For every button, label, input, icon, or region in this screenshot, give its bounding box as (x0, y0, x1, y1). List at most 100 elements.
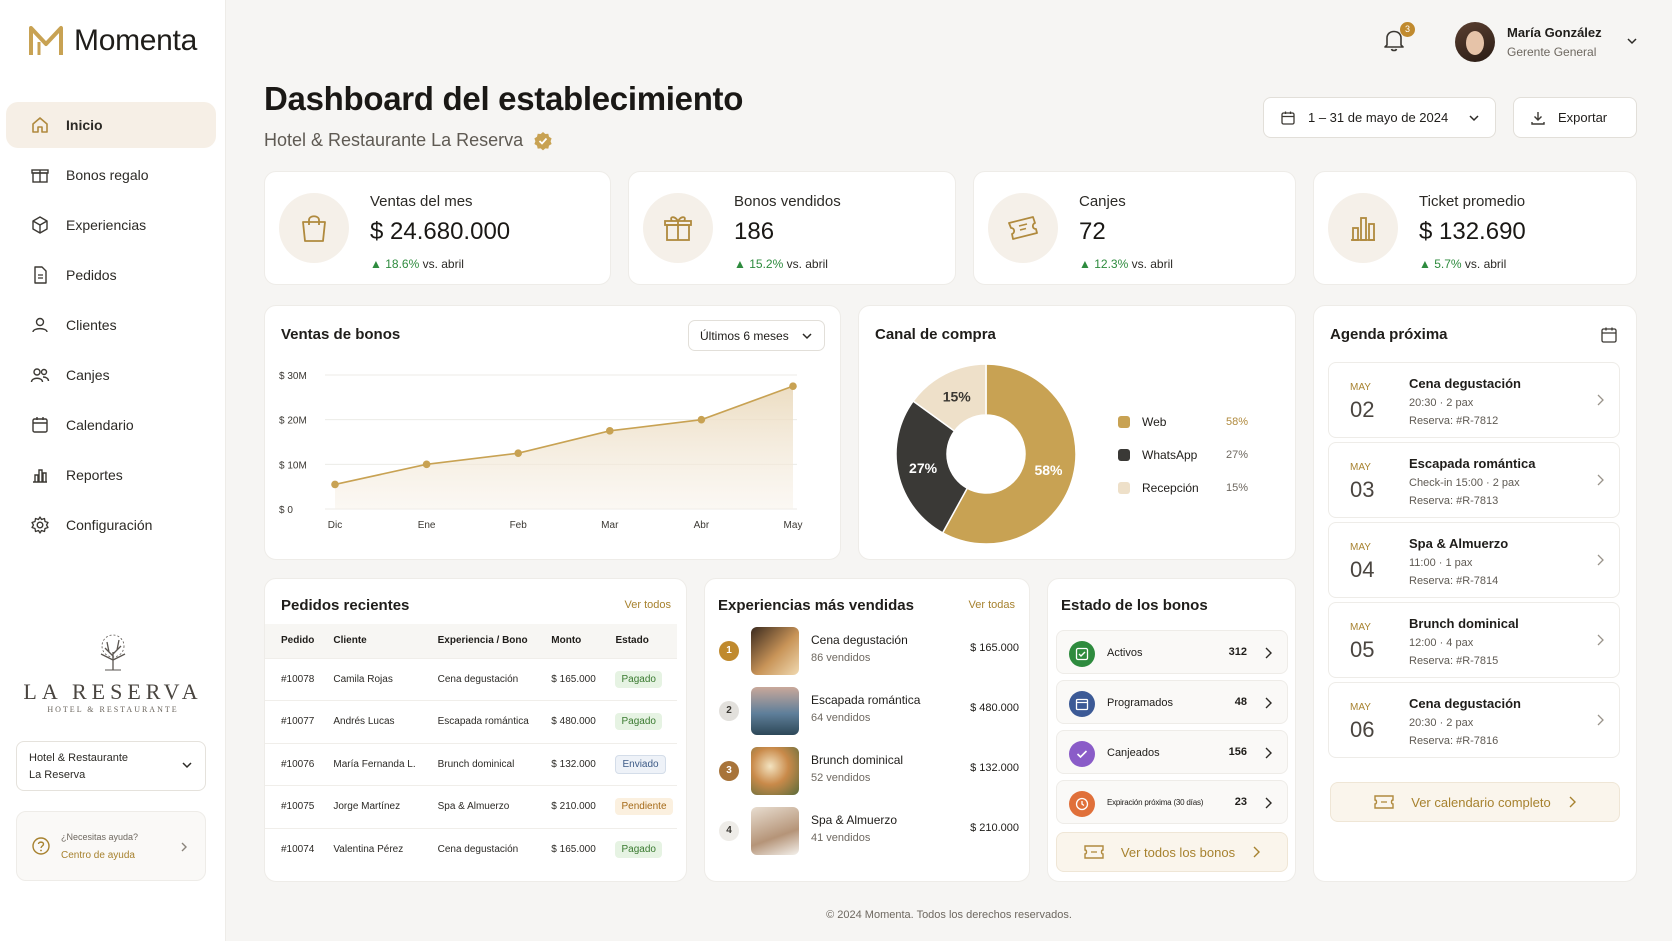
help-center-box[interactable]: ¿Necesitas ayuda? Centro de ayuda (16, 811, 206, 881)
export-button[interactable]: Exportar (1513, 97, 1637, 138)
x-tick-label: Dic (328, 520, 342, 531)
sidebar-item-clientes[interactable]: Clientes (6, 302, 216, 348)
agenda-card: Agenda próxima MAY 02 Cena degustación 20:… (1313, 305, 1637, 882)
sidebar-item-inicio[interactable]: Inicio (6, 102, 216, 148)
order-amount: $ 480.000 (535, 700, 600, 743)
order-amount: $ 210.000 (535, 785, 600, 828)
status-badge: Pendiente (615, 798, 673, 816)
agenda-detail: Check-in 15:00 · 2 pax (1409, 477, 1520, 489)
chevron-right-icon (1265, 647, 1272, 659)
sidebar-item-bonos-regalo[interactable]: Bonos regalo (6, 152, 216, 198)
status-count: 23 (1234, 796, 1247, 808)
calendar-icon[interactable] (1600, 326, 1618, 344)
status-row-canjeados[interactable]: Canjeados 156 (1056, 730, 1288, 774)
shopping-bag-icon (302, 215, 326, 242)
kpi-card-ventas: Ventas del mes $ 24.680.000 ▲ 18.6% vs. … (264, 171, 611, 285)
agenda-month: MAY (1350, 542, 1371, 553)
help-link[interactable]: Centro de ayuda (61, 850, 135, 861)
experience-name: Spa & Almuerzo (811, 813, 898, 827)
sidebar-item-experiencias[interactable]: Experiencias (6, 202, 216, 248)
kpi-delta: ▲ 18.6% vs. abril (370, 257, 464, 271)
sidebar-item-canjes[interactable]: Canjes (6, 352, 216, 398)
agenda-item[interactable]: MAY 02 Cena degustación 20:30 · 2 pax Reser… (1328, 362, 1620, 438)
sidebar-item-label: Experiencias (66, 217, 147, 233)
view-all-orders-link[interactable]: Ver todos (625, 599, 671, 611)
chevron-down-icon (182, 762, 192, 769)
legend-label: Recepción (1142, 481, 1199, 495)
y-tick-label: $ 0 (279, 505, 293, 516)
view-all-vouchers-button[interactable]: Ver todos los bonos (1056, 832, 1288, 872)
agenda-title: Cena degustación (1409, 696, 1521, 711)
table-row[interactable]: #10077 Andrés Lucas Escapada romántica $ 48… (265, 700, 677, 743)
status-icon-circle (1069, 791, 1095, 817)
status-label: Canjeados (1107, 747, 1160, 759)
brand-name: LA RESERVA (23, 679, 203, 704)
avatar[interactable] (1455, 22, 1495, 62)
table-row[interactable]: #10075 Jorge Martínez Spa & Almuerzo $ 210.… (265, 785, 677, 828)
user-icon (32, 317, 48, 333)
legend-swatch (1118, 482, 1130, 494)
kpi-label: Ticket promedio (1419, 193, 1526, 210)
data-point (514, 449, 522, 457)
status-row-activos[interactable]: Activos 312 (1056, 630, 1288, 674)
list-item[interactable]: 1 Cena degustación 86 vendidos $ 165.000 (719, 623, 1019, 679)
sidebar-item-label: Canjes (66, 367, 110, 383)
kpi-value: $ 132.690 (1419, 218, 1526, 245)
app-logo[interactable]: Momenta (28, 24, 197, 58)
status-row-programados[interactable]: Programados 48 (1056, 680, 1288, 724)
view-all-experiences-link[interactable]: Ver todas (969, 599, 1015, 611)
status-row-expiracion[interactable]: Expiración próxima (30 días) 23 (1056, 780, 1288, 824)
order-id: #10076 (265, 742, 318, 786)
view-all-vouchers-label: Ver todos los bonos (1120, 844, 1236, 860)
x-tick-label: Feb (510, 520, 528, 531)
status-count: 312 (1228, 646, 1247, 658)
sidebar-item-calendario[interactable]: Calendario (6, 402, 216, 448)
kpi-delta-value: 18.6% (385, 257, 420, 271)
list-item[interactable]: 3 Brunch dominical 52 vendidos $ 132.000 (719, 743, 1019, 799)
kpi-delta: ▲ 5.7% vs. abril (1419, 257, 1506, 271)
home-icon (32, 117, 48, 133)
sales-chart-card: Ventas de bonos Últimos 6 meses $ 0 $ 10M… (264, 305, 841, 560)
ticket-icon (1374, 795, 1394, 809)
agenda-title: Brunch dominical (1409, 616, 1519, 631)
agenda-day: 03 (1350, 477, 1375, 502)
verified-badge-icon (534, 131, 552, 150)
date-range-picker[interactable]: 1 – 31 de mayo de 2024 (1263, 97, 1496, 138)
establishment-selector[interactable]: Hotel & Restaurante La Reserva (16, 741, 206, 791)
table-row[interactable]: #10078 Camila Rojas Cena degustación $ 165.… (265, 657, 677, 701)
sidebar-item-label: Reportes (66, 467, 123, 483)
table-header-row: Pedido Cliente Experiencia / Bono Monto … (265, 624, 677, 658)
box-icon (32, 216, 48, 234)
agenda-ref: Reserva: #R-7813 (1409, 495, 1499, 507)
kpi-compare: vs. abril (783, 257, 828, 271)
sidebar-item-reportes[interactable]: Reportes (6, 452, 216, 498)
order-client: Jorge Martínez (317, 785, 422, 828)
legend-value: 27% (1226, 449, 1249, 461)
experience-name: Cena degustación (811, 633, 908, 647)
rank-badge: 1 (719, 641, 739, 661)
agenda-item[interactable]: MAY 03 Escapada romántica Check-in 15:00 ·… (1328, 442, 1620, 518)
agenda-detail: 12:00 · 4 pax (1409, 637, 1474, 649)
status-icon-circle (1069, 741, 1095, 767)
sidebar-item-configuracion[interactable]: Configuración (6, 502, 216, 548)
table-row[interactable]: #10076 María Fernanda L. Brunch dominical $… (265, 742, 677, 786)
agenda-item[interactable]: MAY 06 Cena degustación 20:30 · 2 pax Reser… (1328, 682, 1620, 758)
order-client: Camila Rojas (317, 657, 422, 701)
legend-item-whatsapp: WhatsApp 27% (1118, 448, 1248, 462)
agenda-item[interactable]: MAY 05 Brunch dominical 12:00 · 4 pax Reser… (1328, 602, 1620, 678)
experience-sold: 52 vendidos (811, 772, 871, 784)
order-id: #10075 (265, 785, 318, 828)
user-menu-chevron-icon[interactable] (1626, 35, 1638, 47)
list-item[interactable]: 4 Spa & Almuerzo 41 vendidos $ 210.000 (719, 803, 1019, 859)
sidebar-item-label: Calendario (66, 417, 134, 433)
table-row[interactable]: #10074 Valentina Pérez Cena degustación $ 1… (265, 827, 677, 871)
x-tick-label: Abr (694, 520, 710, 531)
order-client: María Fernanda L. (317, 742, 422, 786)
sidebar-item-pedidos[interactable]: Pedidos (6, 252, 216, 298)
series-area (335, 386, 793, 509)
establishment-brand: LA RESERVA HOTEL & RESTAURANTE (0, 632, 226, 714)
kpi-delta: ▲ 12.3% vs. abril (1079, 257, 1173, 271)
agenda-item[interactable]: MAY 04 Spa & Almuerzo 11:00 · 1 pax Reserva… (1328, 522, 1620, 598)
view-calendar-button[interactable]: Ver calendario completo (1330, 782, 1620, 822)
list-item[interactable]: 2 Escapada romántica 64 vendidos $ 480.0… (719, 683, 1019, 739)
